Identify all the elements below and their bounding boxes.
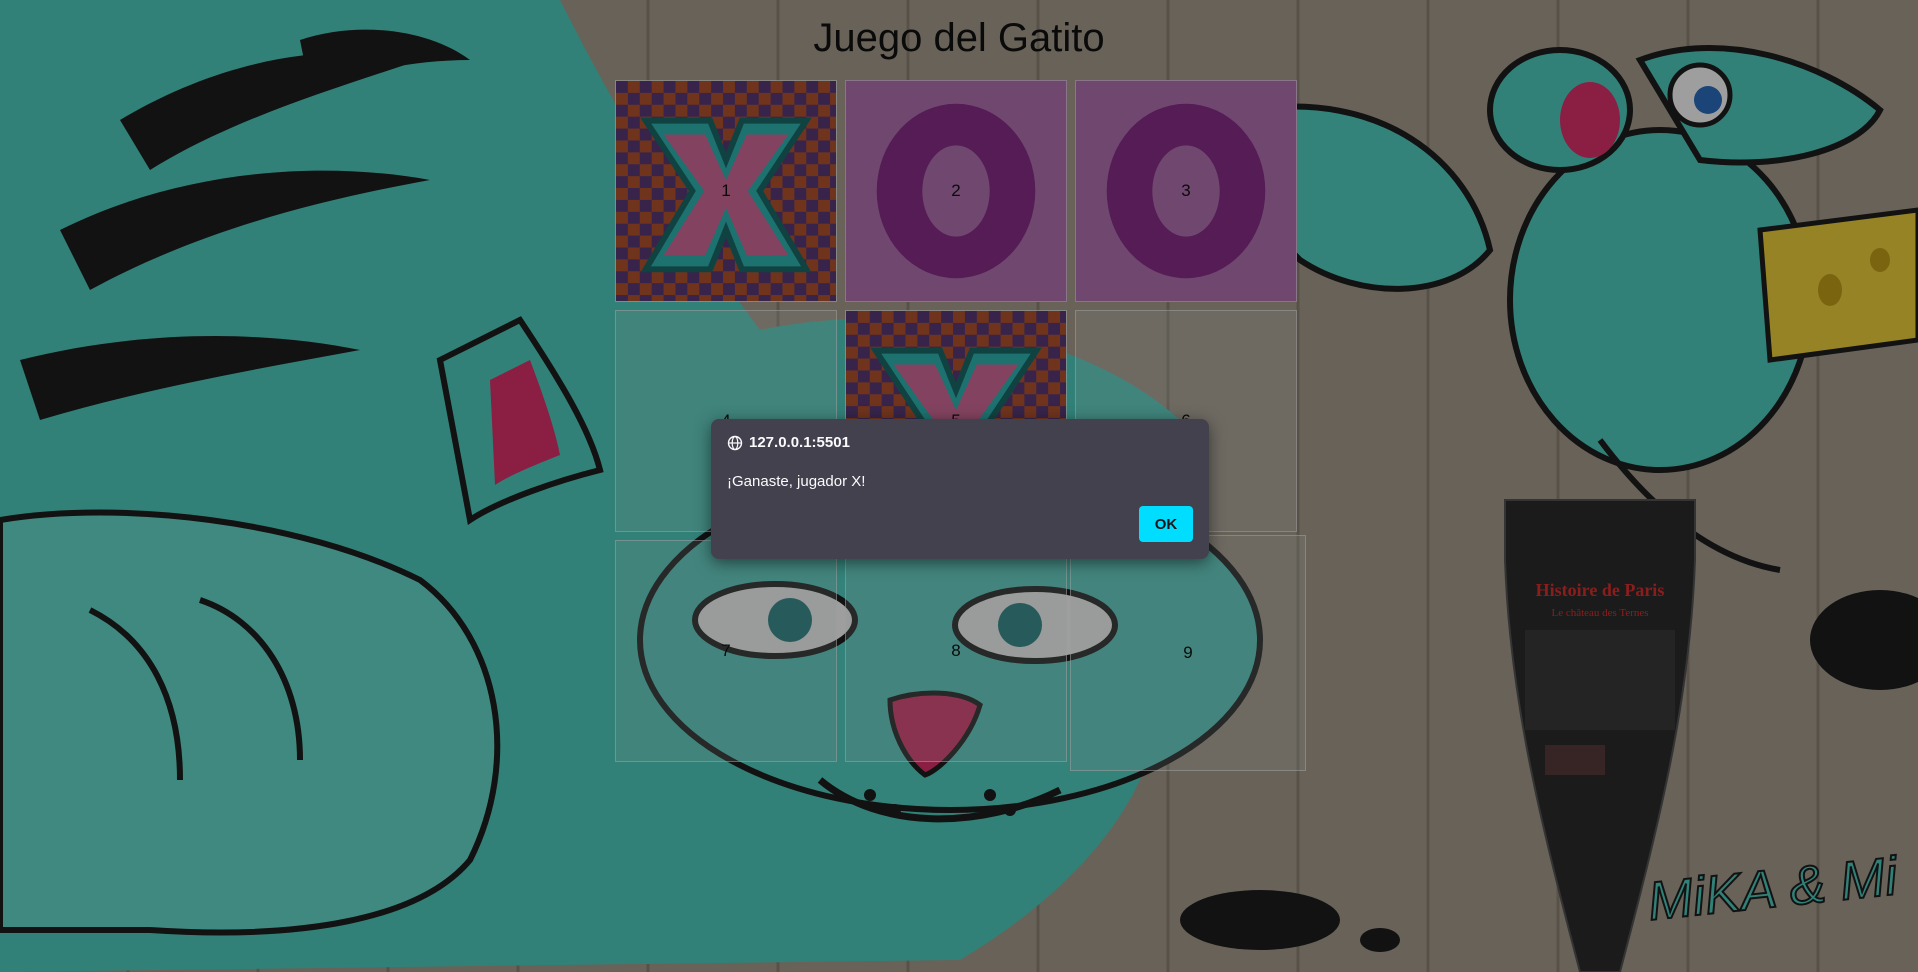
alert-origin-text: 127.0.0.1:5501 [749, 434, 850, 451]
alert-message: ¡Ganaste, jugador X! [727, 473, 866, 490]
alert-dialog: 127.0.0.1:5501 ¡Ganaste, jugador X! OK [711, 419, 1209, 559]
ok-button[interactable]: OK [1139, 506, 1193, 542]
globe-icon [727, 435, 743, 450]
alert-origin: 127.0.0.1:5501 [727, 434, 850, 451]
